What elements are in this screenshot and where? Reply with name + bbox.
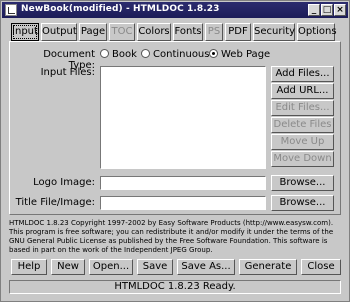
radio-circle-continuous[interactable] [141, 49, 150, 58]
close-button[interactable]: Close [301, 259, 341, 275]
title-browse-button[interactable]: Browse... [271, 195, 334, 211]
minimize-button[interactable]: _ [308, 4, 320, 16]
radio-continuous[interactable]: Continuous [141, 49, 209, 60]
close-window-button[interactable]: × [334, 4, 346, 16]
open-button[interactable]: Open... [89, 259, 133, 275]
move-up-button[interactable]: Move Up [271, 134, 334, 150]
new-button[interactable]: New [51, 259, 85, 275]
save-as-button[interactable]: Save As... [177, 259, 235, 275]
save-button[interactable]: Save [137, 259, 173, 275]
tab-ps[interactable]: PS [205, 23, 223, 41]
app-icon[interactable] [5, 4, 17, 16]
copyright-info: HTMLDOC 1.8.23 Copyright 1997-2002 by Ea… [9, 219, 334, 254]
tab-output[interactable]: Output [41, 23, 77, 41]
status-bar: HTMLDOC 1.8.23 Ready. [9, 280, 341, 294]
window-title: NewBook(modified) - HTMLDOC 1.8.23 [21, 4, 220, 14]
add-files-button[interactable]: Add Files... [271, 66, 334, 82]
input-files-label: Input Files: [40, 67, 95, 78]
delete-files-button[interactable]: Delete Files [271, 117, 334, 133]
tab-security[interactable]: Security [253, 23, 295, 41]
radio-web-page[interactable]: Web Page [209, 49, 270, 60]
tab-toc[interactable]: TOC [109, 23, 135, 41]
radio-label-continuous: Continuous [153, 49, 210, 60]
radio-circle-book[interactable] [100, 49, 109, 58]
tab-fonts[interactable]: Fonts [173, 23, 203, 41]
title-image-field[interactable] [100, 196, 266, 210]
help-button[interactable]: Help [11, 259, 47, 275]
radio-book[interactable]: Book [100, 49, 137, 60]
maximize-button[interactable]: □ [321, 4, 333, 16]
input-files-list[interactable] [100, 66, 266, 169]
move-down-button[interactable]: Move Down [271, 151, 334, 167]
add-url-button[interactable]: Add URL... [271, 83, 334, 99]
tab-colors[interactable]: Colors [137, 23, 171, 41]
title-bar[interactable]: NewBook(modified) - HTMLDOC 1.8.23 _ □ × [2, 2, 348, 18]
radio-circle-web-page[interactable] [209, 49, 218, 58]
title-image-label: Title File/Image: [15, 197, 95, 208]
htmldoc-window: NewBook(modified) - HTMLDOC 1.8.23 _ □ ×… [0, 0, 350, 302]
logo-image-field[interactable] [100, 176, 266, 190]
logo-browse-button[interactable]: Browse... [271, 175, 334, 191]
tab-options[interactable]: Options [297, 23, 337, 41]
tab-pdf[interactable]: PDF [225, 23, 251, 41]
radio-label-web-page: Web Page [221, 49, 271, 60]
edit-files-button[interactable]: Edit Files... [271, 100, 334, 116]
logo-image-label: Logo Image: [33, 177, 95, 188]
tab-input[interactable]: Input [11, 23, 39, 41]
generate-button[interactable]: Generate [239, 259, 297, 275]
tab-page[interactable]: Page [79, 23, 107, 41]
radio-label-book: Book [112, 49, 137, 60]
